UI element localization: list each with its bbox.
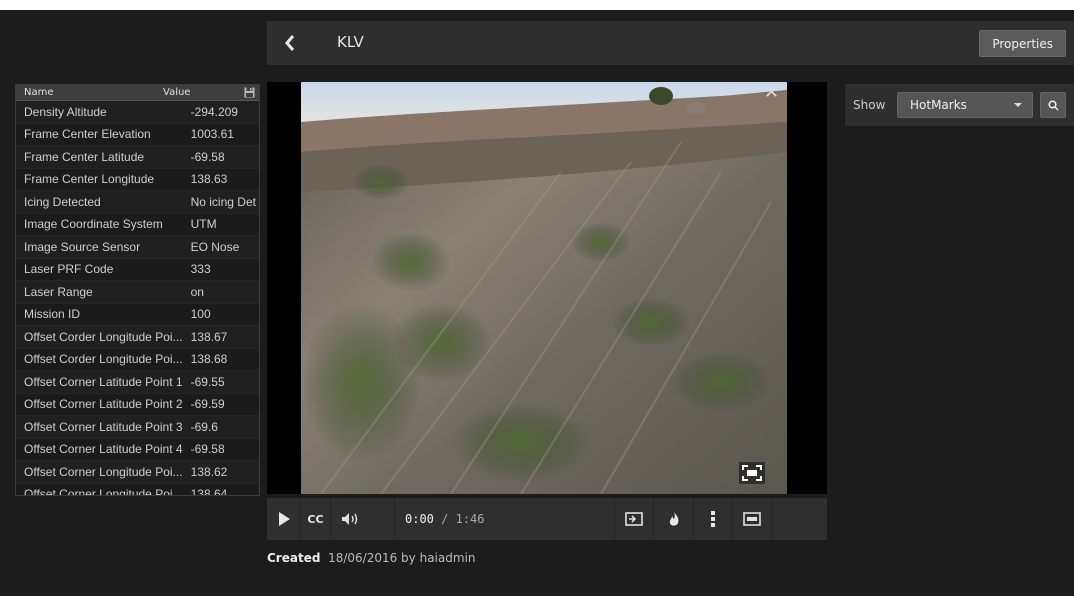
current-time: 0:00 [405,512,434,526]
klv-field-value: -69.58 [190,442,225,457]
klv-field-name: Image Source Sensor [24,239,141,254]
klv-field-value: on [190,284,204,299]
more-button[interactable] [694,498,732,540]
search-button[interactable] [1040,92,1066,118]
back-button[interactable] [267,21,313,65]
klv-field-name: Frame Center Elevation [24,127,151,142]
table-row[interactable]: Frame Center Latitude -69.58 [16,146,259,169]
klv-field-name: Offset Corner Longitude Poi... [24,487,183,496]
klv-field-value: 100 [190,307,211,322]
table-row[interactable]: Offset Corner Latitude Point 4 -69.58 [16,439,259,461]
klv-field-name: Offset Corner Latitude Point 1 [24,374,183,389]
header-bar: KLV Properties [267,21,1074,65]
klv-field-value: No icing Det [190,194,256,209]
klv-field-value: -69.6 [190,419,218,434]
table-row[interactable]: Frame Center Elevation 1003.61 [16,124,259,146]
player-controls: CC 0:00 / 1:46 [267,498,827,540]
fullscreen-icon[interactable] [739,462,765,484]
table-row[interactable]: Offset Corder Longitude Poi... 138.67 [16,326,259,349]
klv-field-name: Laser PRF Code [24,262,114,277]
table-row[interactable]: Offset Corner Longitude Poi... 138.64 [16,484,259,496]
show-dropdown-value: HotMarks [910,98,967,112]
table-row[interactable]: Offset Corner Latitude Point 1 -69.55 [16,371,259,394]
table-row[interactable]: Frame Center Longitude 138.63 [16,169,259,191]
top-strip [0,0,1074,10]
theater-mode-button[interactable] [732,498,772,540]
table-row[interactable]: Icing Detected No icing Det [16,191,259,214]
show-dropdown[interactable]: HotMarks [897,92,1033,118]
table-row[interactable]: Density Altitude -294.209 [16,101,259,124]
klv-field-value: 138.68 [190,352,228,367]
hotmark-flame-icon [669,511,678,526]
properties-button[interactable]: Properties [979,30,1066,57]
created-text: 18/06/2016 by haiadmin [328,551,476,565]
klv-field-value: 138.67 [190,329,228,344]
table-row[interactable]: Image Coordinate System UTM [16,214,259,236]
klv-field-value: 138.63 [190,172,228,187]
klv-field-name: Frame Center Latitude [24,149,145,164]
page-title: KLV [337,33,364,51]
klv-field-value: -69.59 [190,397,225,412]
klv-field-value: 333 [190,262,211,277]
video-player[interactable]: ✕ [267,82,827,494]
created-info: Created 18/06/2016 by haiadmin [267,551,475,565]
table-row[interactable]: Offset Corner Latitude Point 2 -69.59 [16,394,259,416]
klv-table-header: Name Value [16,85,259,101]
klv-field-name: Density Altitude [24,104,107,119]
play-button[interactable] [267,498,301,540]
klv-field-name: Frame Center Longitude [24,172,155,187]
klv-field-name: Image Coordinate System [24,217,163,232]
chevron-down-icon [1014,103,1022,107]
klv-field-name: Offset Corder Longitude Poi... [24,329,183,344]
klv-rows: Density Altitude -294.209 Frame Center Ele… [16,101,259,496]
volume-button[interactable] [331,498,395,540]
video-frame [301,82,787,494]
created-label: Created [267,551,321,565]
save-icon[interactable] [244,87,255,101]
cast-button[interactable] [614,498,654,540]
back-icon [285,35,295,51]
show-label: Show [853,98,886,112]
table-row[interactable]: Laser PRF Code 333 [16,259,259,281]
captions-button[interactable]: CC [301,498,331,540]
klv-field-name: Offset Corner Latitude Point 3 [24,419,183,434]
klv-field-name: Mission ID [24,307,81,322]
klv-field-value: 1003.61 [190,127,234,142]
klv-field-value: 138.62 [190,464,228,479]
klv-field-name: Offset Corner Latitude Point 2 [24,397,183,412]
table-row[interactable]: Offset Corder Longitude Poi... 138.68 [16,349,259,371]
show-panel: Show HotMarks [845,84,1074,126]
column-value-header[interactable]: Value [163,87,190,98]
table-row[interactable]: Laser Range on [16,281,259,304]
klv-field-name: Offset Corner Latitude Point 4 [24,442,183,457]
klv-field-value: -69.55 [190,374,225,389]
klv-field-value: EO Nose [190,239,240,254]
close-icon[interactable]: ✕ [764,82,779,103]
klv-panel: Name Value Density Altitude -294.209 Frame… [15,84,260,496]
table-row[interactable]: Offset Corner Longitude Poi... 138.62 [16,461,259,484]
search-icon [1047,99,1059,111]
klv-field-name: Offset Corner Longitude Poi... [24,464,183,479]
klv-field-name: Laser Range [24,284,93,299]
duration: / 1:46 [441,512,485,526]
cast-icon [625,512,643,526]
klv-field-value: -294.209 [190,104,238,119]
klv-field-value: UTM [190,217,217,232]
volume-icon [342,513,358,525]
theater-mode-icon [742,512,761,526]
column-name-header[interactable]: Name [24,87,54,98]
klv-field-name: Offset Corder Longitude Poi... [24,352,183,367]
time-display: 0:00 / 1:46 [405,512,485,526]
klv-field-name: Icing Detected [24,194,101,209]
table-row[interactable]: Mission ID 100 [16,304,259,326]
more-vertical-icon [710,511,715,527]
klv-field-value: -69.58 [190,149,225,164]
play-icon [278,512,290,526]
table-row[interactable]: Offset Corner Latitude Point 3 -69.6 [16,416,259,439]
hotmark-button[interactable] [654,498,694,540]
table-row[interactable]: Image Source Sensor EO Nose [16,236,259,259]
klv-field-value: 138.64 [190,487,228,496]
